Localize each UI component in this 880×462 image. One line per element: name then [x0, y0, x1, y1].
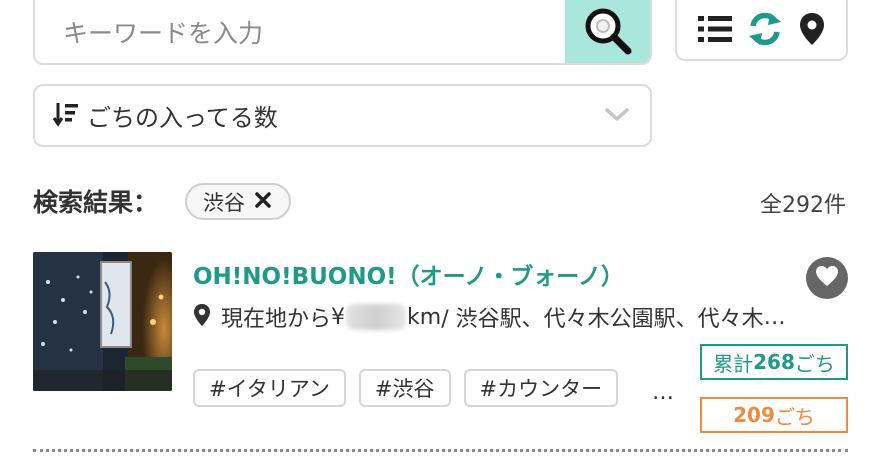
nearby-stations: / 渋谷駅、代々木公園駅、代々木 [441, 307, 764, 332]
search-box [33, 0, 652, 65]
tag-shibuya[interactable]: #渋谷 [358, 369, 451, 407]
shop-location: 現在地から ¥ km / 渋谷駅、代々木公園駅、代々木 … [193, 301, 863, 333]
location-pin-icon [193, 303, 211, 331]
recent-gochi-unit: ごち [774, 404, 815, 429]
result-count: 全292件 [760, 193, 846, 218]
sort-selected-label: ごちの入ってる数 [87, 104, 278, 132]
shop-name-link[interactable]: OH!NO!BUONO!（オーノ・ブォーノ） [193, 257, 624, 291]
frying-pan-search-icon [581, 4, 635, 62]
recent-gochi-value: 209 [733, 403, 775, 427]
total-gochi-unit: ごち [794, 351, 835, 376]
refresh-icon [746, 11, 784, 51]
map-view-button[interactable] [799, 12, 825, 50]
recent-gochi-badge: 209 ごち [700, 397, 848, 433]
distance-unit: km [407, 304, 442, 330]
total-gochi-label: 累計 [713, 351, 754, 376]
result-divider [33, 449, 848, 452]
total-gochi-value: 268 [753, 350, 795, 374]
distance-hidden-start: ¥ [331, 304, 346, 330]
refresh-button[interactable] [746, 11, 784, 51]
filter-chip[interactable]: 渋谷 [185, 183, 291, 220]
tag-counter[interactable]: #カウンター [463, 369, 619, 407]
search-results-page: ごちの入ってる数 検索結果： 渋谷 全292件 [0, 0, 880, 462]
map-pin-icon [799, 12, 825, 50]
shop-thumbnail[interactable] [33, 252, 172, 391]
more-tags-ellipsis[interactable]: … [652, 380, 674, 405]
distance-prefix: 現在地から [221, 307, 332, 332]
shop-tags: #イタリアン #渋谷 #カウンター [193, 369, 619, 407]
tag-italian[interactable]: #イタリアン [193, 369, 346, 407]
list-view-button[interactable] [698, 14, 733, 48]
search-input[interactable] [35, 0, 567, 63]
heart-icon [815, 265, 839, 291]
filter-chip-label: 渋谷 [203, 190, 245, 215]
chevron-down-icon [604, 106, 630, 128]
total-gochi-badge: 累計 268 ごち [700, 344, 848, 380]
results-heading: 検索結果： [33, 188, 159, 217]
list-icon [698, 14, 733, 48]
view-controls [675, 0, 848, 61]
stations-ellipsis: … [763, 304, 786, 330]
favorite-button[interactable] [806, 257, 848, 299]
close-icon[interactable] [255, 191, 271, 212]
distance-value-redacted [346, 304, 407, 330]
sort-descending-icon [52, 101, 79, 131]
sort-dropdown[interactable]: ごちの入ってる数 [33, 84, 652, 147]
search-button[interactable] [565, 0, 650, 63]
